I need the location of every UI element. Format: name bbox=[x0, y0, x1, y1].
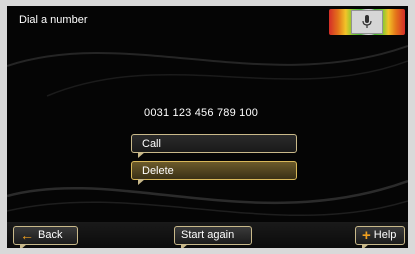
start-again-label: Start again bbox=[181, 229, 235, 241]
help-button-label: Help bbox=[373, 229, 397, 241]
button-tail bbox=[181, 244, 188, 248]
button-tail bbox=[138, 152, 145, 158]
background-swoosh bbox=[7, 45, 408, 216]
delete-button[interactable]: Delete bbox=[131, 161, 297, 185]
voice-level-meter[interactable] bbox=[329, 9, 405, 35]
microphone-button[interactable] bbox=[351, 10, 383, 34]
call-button-label: Call bbox=[142, 138, 161, 150]
help-button[interactable]: + Help bbox=[355, 226, 405, 248]
page-title: Dial a number bbox=[19, 14, 88, 26]
call-button[interactable]: Call bbox=[131, 134, 297, 158]
delete-button-label: Delete bbox=[142, 165, 174, 177]
back-button-label: Back bbox=[38, 229, 63, 241]
microphone-icon bbox=[362, 15, 372, 28]
back-arrow-icon: ← bbox=[20, 227, 34, 243]
dialed-number: 0031 123 456 789 100 bbox=[144, 107, 259, 119]
button-tail bbox=[138, 179, 145, 185]
button-tail bbox=[20, 244, 27, 248]
start-again-button[interactable]: Start again bbox=[174, 226, 252, 248]
nav-screen: Dial a number 0031 123 456 789 100 Call … bbox=[7, 6, 408, 248]
button-tail bbox=[362, 244, 369, 248]
plus-icon: + bbox=[362, 227, 371, 244]
back-button[interactable]: ← Back bbox=[13, 226, 78, 248]
